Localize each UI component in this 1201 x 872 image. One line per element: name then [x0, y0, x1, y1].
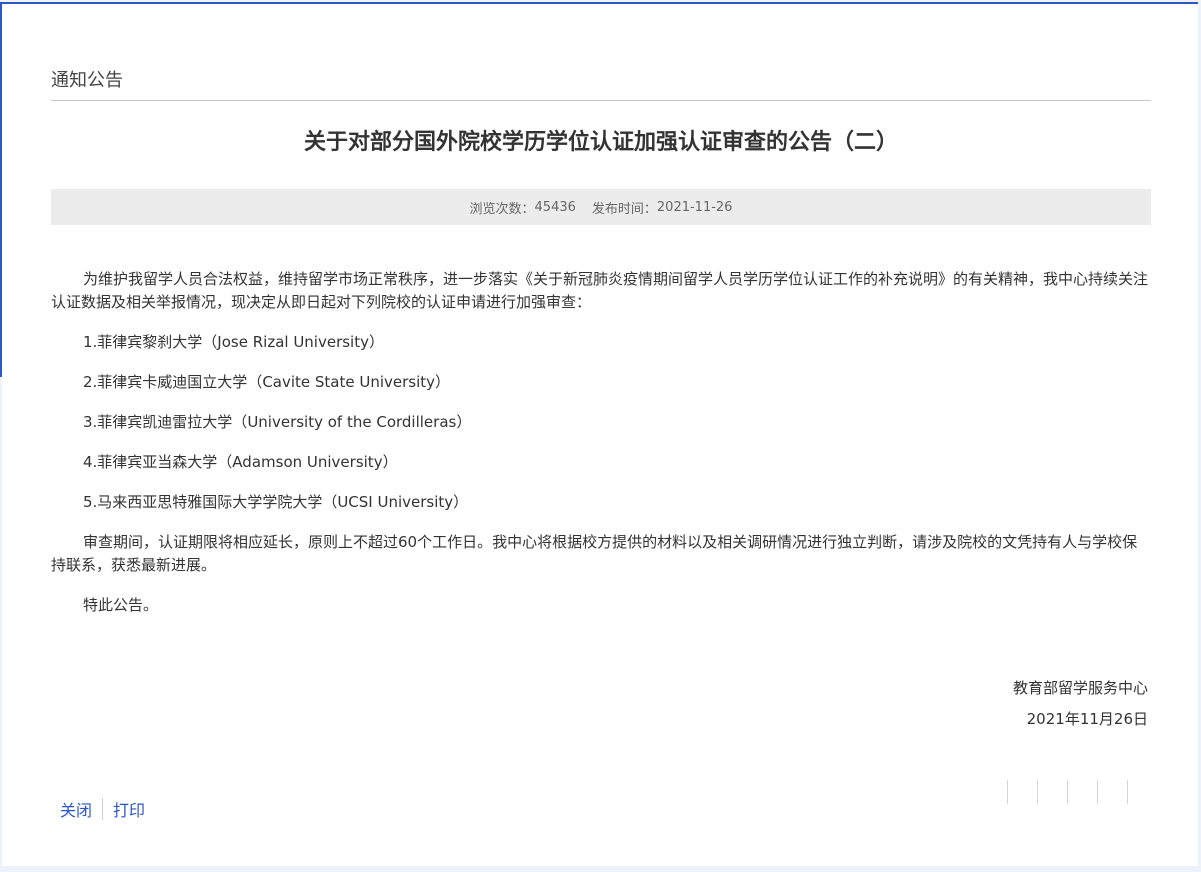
views-label: 浏览次数：: [469, 201, 535, 217]
left-accent-bar: [0, 2, 2, 377]
closing-paragraph: 特此公告。: [83, 596, 159, 614]
intro-paragraph: 为维护我留学人员合法权益，维持留学市场正常秩序，进一步落实《关于新冠肺炎疫情期间…: [51, 270, 1149, 311]
publish-date: 2021-11-26: [656, 199, 733, 215]
article-meta-bar: 浏览次数： 45436 发布时间： 2021-11-26: [51, 189, 1151, 225]
school-item: 5.马来西亚思特雅国际大学学院大学（UCSI University）: [83, 493, 469, 511]
school-item: 2.菲律宾卡威迪国立大学（Cavite State University）: [83, 373, 451, 391]
action-separator: [102, 798, 104, 820]
section-divider: [51, 100, 1151, 101]
school-item: 1.菲律宾黎刹大学（Jose Rizal University）: [83, 333, 384, 351]
views-count: 45436: [534, 199, 576, 215]
share-bar: [1007, 780, 1137, 804]
signature-date: 2021年11月26日: [1026, 710, 1148, 728]
signature-block: 教育部留学服务中心 2021年11月26日: [1013, 677, 1148, 731]
notice-page: 通知公告 关于对部分国外院校学历学位认证加强认证审查的公告（二） 浏览次数： 4…: [2, 2, 1198, 866]
section-title: 通知公告: [51, 70, 123, 91]
review-paragraph: 审查期间，认证期限将相应延长，原则上不超过60个工作日。我中心将根据校方提供的材…: [51, 533, 1138, 574]
close-button[interactable]: 关闭: [60, 797, 92, 821]
signature-org: 教育部留学服务中心: [1012, 679, 1148, 697]
share-divider: [1007, 780, 1008, 804]
school-item: 4.菲律宾亚当森大学（Adamson University）: [83, 453, 398, 471]
share-divider: [1067, 780, 1068, 804]
article-actions: 关闭 打印: [60, 797, 145, 821]
share-divider: [1037, 780, 1038, 804]
publish-date-label: 发布时间：: [591, 201, 657, 217]
school-item: 3.菲律宾凯迪雷拉大学（University of the Cordillera…: [83, 413, 472, 431]
share-divider: [1127, 780, 1128, 804]
article-title: 关于对部分国外院校学历学位认证加强认证审查的公告（二）: [303, 130, 898, 155]
print-button[interactable]: 打印: [113, 797, 145, 821]
share-divider: [1097, 780, 1098, 804]
article-body: 为维护我留学人员合法权益，维持留学市场正常秩序，进一步落实《关于新冠肺炎疫情期间…: [51, 268, 1151, 617]
